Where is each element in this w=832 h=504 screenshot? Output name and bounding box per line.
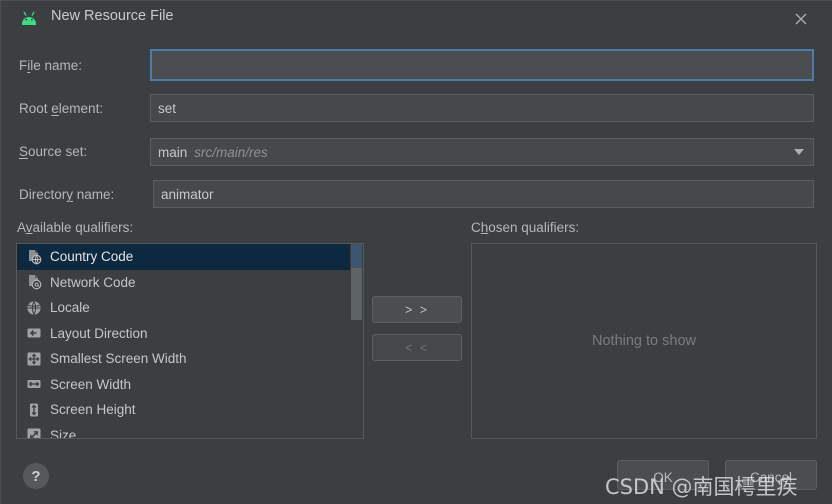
list-item-label: Smallest Screen Width <box>50 351 187 367</box>
chevron-down-icon[interactable] <box>794 149 804 155</box>
chosen-empty-message: Nothing to show <box>592 333 696 349</box>
globe-icon <box>26 300 42 316</box>
list-item-label: Screen Height <box>50 402 136 418</box>
arrow-diagonal-icon <box>26 427 42 438</box>
list-scrollbar-thumb-top[interactable] <box>351 244 362 268</box>
list-item[interactable]: Locale <box>17 295 363 321</box>
arrows-horizontal-icon <box>26 376 42 392</box>
chosen-qualifiers-label: Chosen qualifiers: <box>471 220 580 235</box>
list-item-label: Size <box>50 427 77 439</box>
directory-name-label: Directory name: <box>19 187 115 202</box>
file-name-label: File name: <box>19 58 83 73</box>
new-resource-file-dialog: New Resource File File name: Root elemen… <box>0 0 832 504</box>
source-set-value: main <box>158 144 188 160</box>
list-item[interactable]: Layout Direction <box>17 321 363 347</box>
source-set-combobox[interactable]: main src/main/res <box>150 138 814 166</box>
list-item-label: Screen Width <box>50 376 132 392</box>
ok-button[interactable]: OK <box>617 460 709 490</box>
root-element-label: Root element: <box>19 101 104 116</box>
list-item-label: Network Code <box>50 274 136 290</box>
root-element-input[interactable] <box>150 94 814 122</box>
help-button[interactable]: ? <box>23 463 49 489</box>
list-item-label: Locale <box>50 300 90 316</box>
file-name-input[interactable] <box>150 49 814 81</box>
list-item[interactable]: Country Code <box>17 244 363 270</box>
directory-name-input[interactable] <box>153 180 814 208</box>
remove-qualifier-button[interactable]: < < <box>372 334 462 361</box>
chosen-qualifiers-list[interactable]: Nothing to show <box>471 243 817 439</box>
list-item[interactable]: Network Code <box>17 270 363 296</box>
source-set-label: Source set: <box>19 144 88 159</box>
dialog-title: New Resource File <box>51 8 174 24</box>
list-item[interactable]: Size <box>17 423 363 439</box>
list-item-label: Layout Direction <box>50 325 148 341</box>
titlebar: New Resource File <box>1 1 832 37</box>
list-item-label: Country Code <box>50 249 134 265</box>
available-qualifiers-label: Available qualifiers: <box>17 220 134 235</box>
arrows-four-way-icon <box>26 351 42 367</box>
cancel-button[interactable]: Cancel <box>725 460 817 490</box>
list-item[interactable]: Screen Width <box>17 372 363 398</box>
add-qualifier-button[interactable]: > > <box>372 296 462 323</box>
list-item[interactable]: Smallest Screen Width <box>17 346 363 372</box>
list-item[interactable]: Screen Height <box>17 397 363 423</box>
arrows-vertical-icon <box>26 402 42 418</box>
source-set-path: src/main/res <box>194 144 268 160</box>
file-at-icon <box>26 274 42 290</box>
available-qualifiers-list[interactable]: Country Code Network Code Locale Layout … <box>16 243 364 439</box>
android-icon <box>19 11 39 25</box>
close-icon[interactable] <box>791 9 811 29</box>
file-globe-icon <box>26 249 42 265</box>
arrow-left-icon <box>26 325 42 341</box>
list-scrollbar-thumb[interactable] <box>351 268 362 320</box>
list-scrollbar-track[interactable] <box>350 244 363 438</box>
